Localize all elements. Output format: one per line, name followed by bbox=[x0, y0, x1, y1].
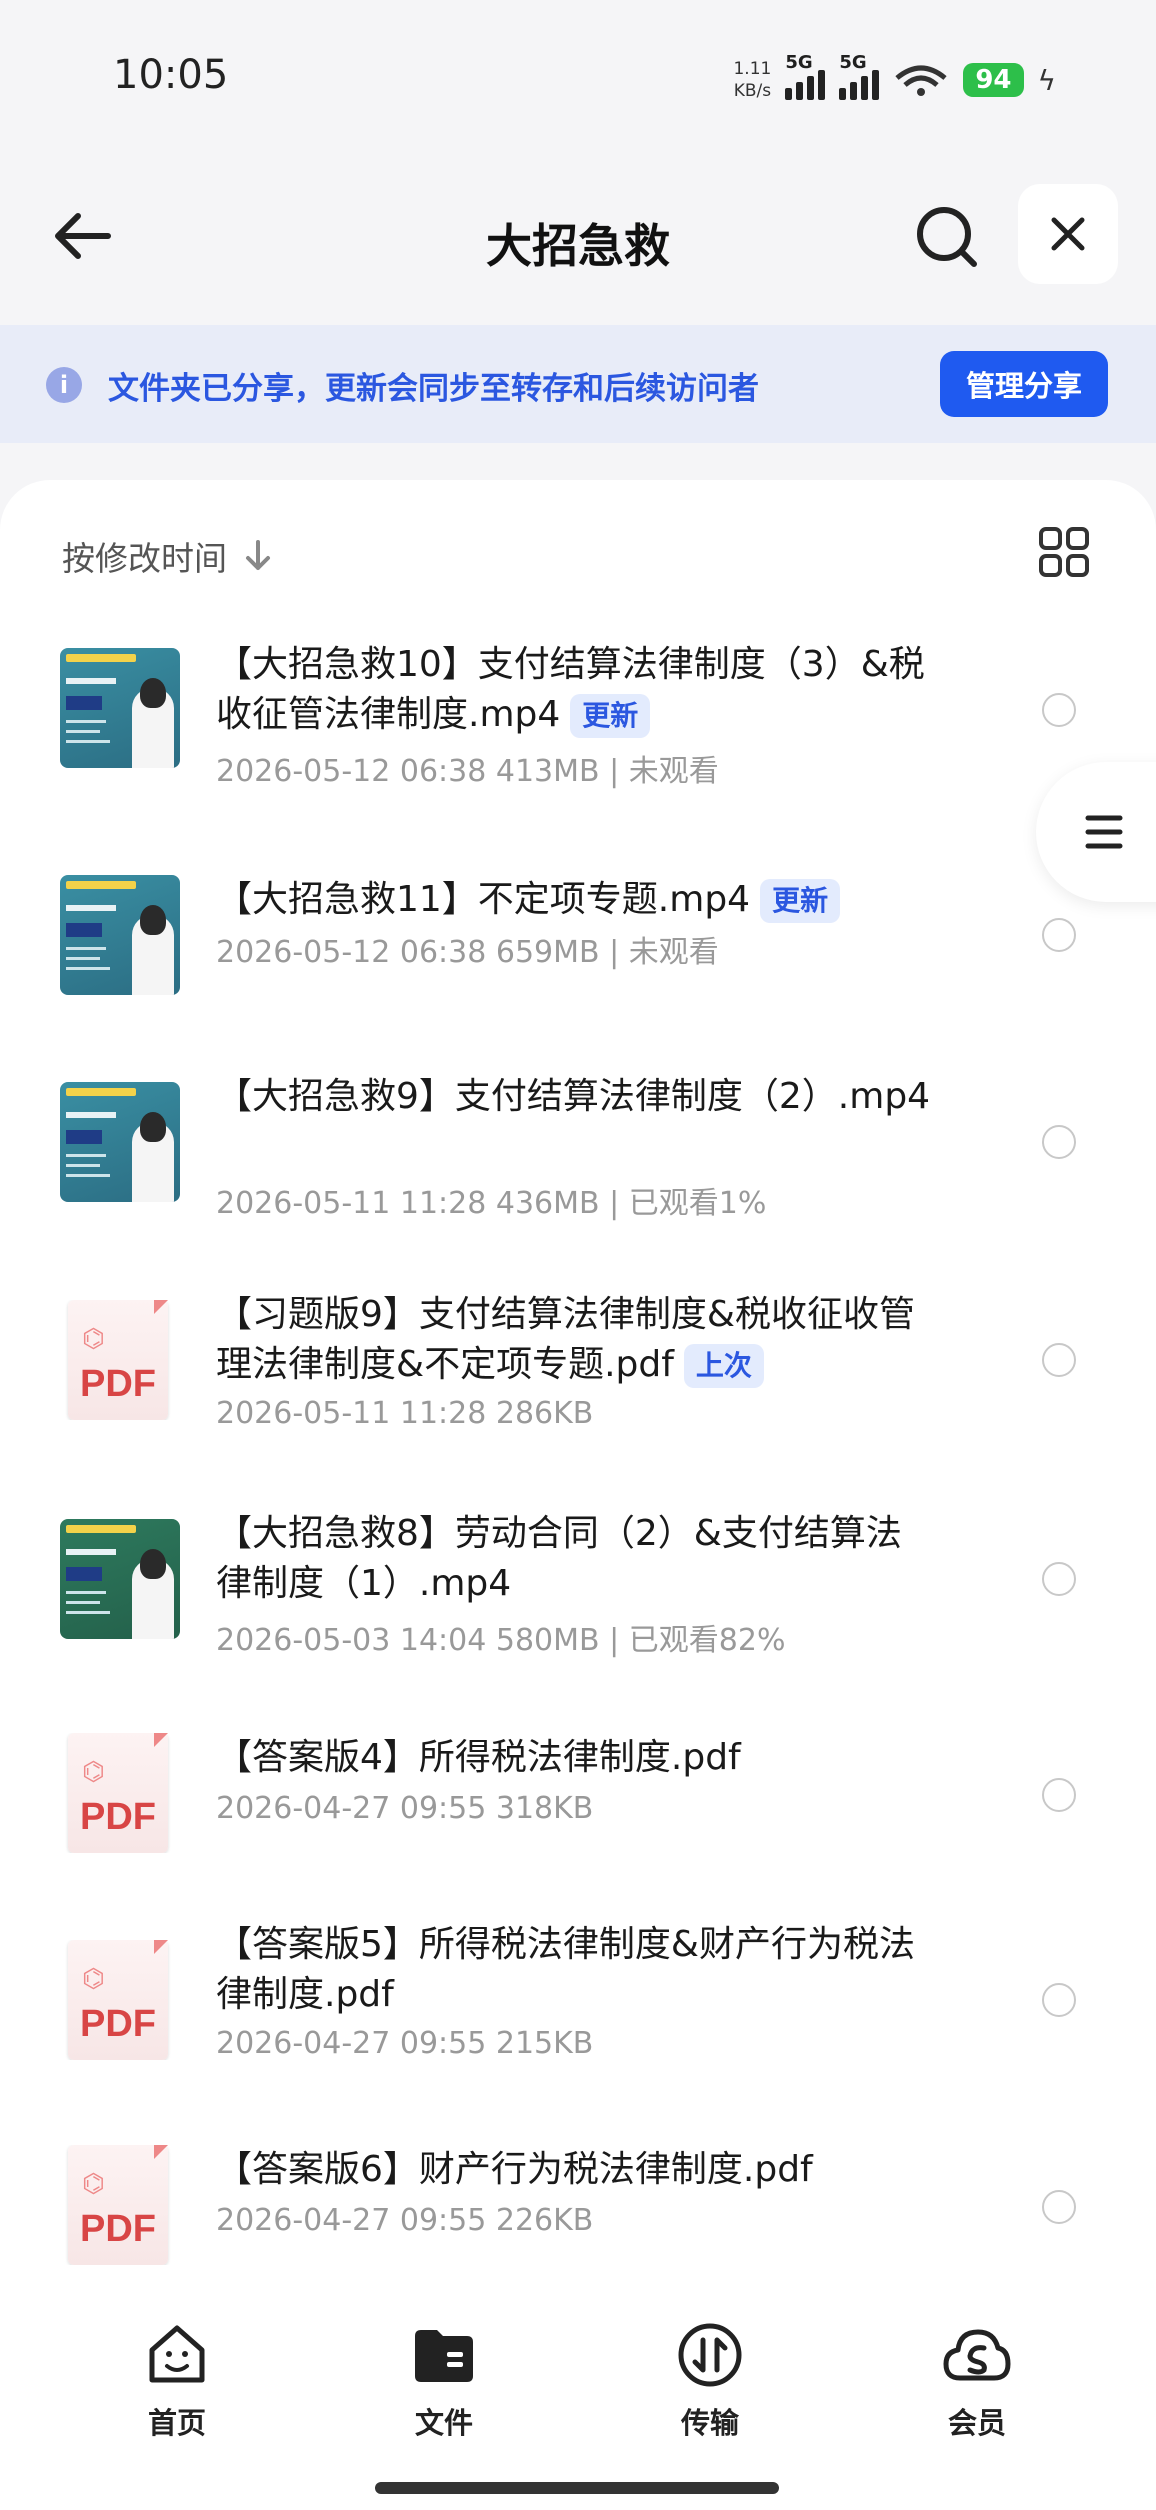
file-meta: 2026-05-11 11:28 286KB bbox=[216, 1396, 594, 1431]
sort-control[interactable]: 按修改时间 bbox=[62, 532, 273, 580]
nav-label-files: 文件 bbox=[414, 2406, 473, 2440]
nav-item-vip[interactable]: 会员 bbox=[877, 2320, 1077, 2442]
last-badge: 上次 bbox=[683, 1344, 764, 1388]
pdf-thumbnail: ⌬ PDF bbox=[60, 2145, 180, 2265]
select-radio[interactable] bbox=[1042, 2190, 1076, 2224]
search-button[interactable] bbox=[912, 202, 982, 272]
acrobat-icon: ⌬ bbox=[82, 1964, 105, 1994]
battery-level: 94 bbox=[963, 63, 1024, 97]
home-smile-icon bbox=[149, 2325, 205, 2383]
close-button[interactable] bbox=[1018, 184, 1118, 284]
menu-icon bbox=[1085, 815, 1123, 849]
wifi-icon bbox=[895, 65, 947, 96]
status-time: 10:05 bbox=[113, 52, 229, 98]
file-meta: 2026-05-03 14:04 580MB | 已观看82% bbox=[216, 1623, 786, 1658]
nav-label-home: 首页 bbox=[147, 2406, 206, 2440]
file-row[interactable]: 【大招急救11】不定项专题.mp4 更新 2026-05-12 06:38 659… bbox=[0, 875, 1156, 1075]
search-icon bbox=[917, 207, 977, 267]
file-name: 【习题版9】支付结算法律制度&税收征收管理法律制度&不定项专题.pdf 上次 bbox=[216, 1290, 936, 1390]
folder-icon bbox=[415, 2330, 473, 2382]
file-row[interactable]: 【大招急救8】劳动合同（2）&支付结算法律制度（1）.mp4 2026-05-0… bbox=[0, 1509, 1156, 1709]
select-radio[interactable] bbox=[1042, 1778, 1076, 1812]
update-badge: 更新 bbox=[760, 879, 841, 923]
file-name: 【答案版5】所得税法律制度&财产行为税法律制度.pdf bbox=[216, 1924, 915, 2015]
page-title: 大招急救 bbox=[486, 219, 670, 273]
video-thumbnail bbox=[60, 648, 180, 768]
nav-label-vip: 会员 bbox=[947, 2406, 1006, 2440]
home-indicator[interactable] bbox=[375, 2482, 779, 2494]
status-bar: 10:05 1.11 KB/s 5G 5G 94 ϟ bbox=[0, 0, 1156, 150]
file-name: 【大招急救10】支付结算法律制度（3）&税收征管法律制度.mp4 更新 bbox=[216, 640, 936, 740]
file-meta: 2026-04-27 09:55 226KB bbox=[216, 2203, 594, 2238]
acrobat-icon: ⌬ bbox=[82, 2169, 105, 2199]
file-row[interactable]: 【大招急救10】支付结算法律制度（3）&税收征管法律制度.mp4 更新 2026-… bbox=[0, 640, 1156, 840]
file-meta: 2026-05-11 11:28 436MB | 已观看1% bbox=[216, 1186, 767, 1221]
video-thumbnail bbox=[60, 1082, 180, 1202]
file-name: 【答案版4】所得税法律制度.pdf bbox=[216, 1737, 741, 1778]
file-row[interactable]: ⌬ PDF 【答案版4】所得税法律制度.pdf 2026-04-27 09:55 … bbox=[0, 1733, 1156, 1933]
file-meta: 2026-05-12 06:38 413MB | 未观看 bbox=[216, 754, 719, 789]
file-name: 【答案版6】财产行为税法律制度.pdf bbox=[216, 2149, 813, 2190]
file-name: 【大招急救11】不定项专题.mp4 更新 bbox=[216, 875, 936, 925]
sort-label: 按修改时间 bbox=[62, 539, 227, 578]
share-banner: i 文件夹已分享，更新会同步至转存和后续访问者 管理分享 bbox=[0, 325, 1156, 443]
acrobat-icon: ⌬ bbox=[82, 1757, 105, 1787]
nav-label-transfer: 传输 bbox=[680, 2406, 739, 2440]
signal-icon-2: 5G bbox=[839, 52, 880, 100]
grid-view-button[interactable] bbox=[1038, 526, 1090, 578]
arrow-down-icon bbox=[246, 540, 270, 570]
pdf-thumbnail: ⌬ PDF bbox=[60, 1940, 180, 2060]
file-row[interactable]: ⌬ PDF 【答案版5】所得税法律制度&财产行为税法律制度.pdf 2026-04… bbox=[0, 1920, 1156, 2120]
pdf-thumbnail: ⌬ PDF bbox=[60, 1300, 180, 1420]
file-row[interactable]: ⌬ PDF 【习题版9】支付结算法律制度&税收征收管理法律制度&不定项专题.pdf… bbox=[0, 1290, 1156, 1490]
select-radio[interactable] bbox=[1042, 1983, 1076, 2017]
transfer-icon bbox=[678, 2323, 742, 2387]
header: 大招急救 bbox=[0, 170, 1156, 300]
signal-icon-1: 5G bbox=[785, 52, 826, 100]
info-icon: i bbox=[46, 367, 82, 403]
select-radio[interactable] bbox=[1042, 693, 1076, 727]
signal-type-1: 5G bbox=[785, 52, 813, 73]
video-thumbnail bbox=[60, 875, 180, 995]
bottom-nav: 首页 文件 传输 会员 bbox=[0, 2280, 1156, 2510]
network-speed-unit: KB/s bbox=[733, 81, 772, 101]
file-row[interactable]: 【大招急救9】支付结算法律制度（2）.mp4 2026-05-11 11:28 … bbox=[0, 1072, 1156, 1272]
close-icon bbox=[1051, 217, 1085, 251]
select-radio[interactable] bbox=[1042, 1343, 1076, 1377]
video-thumbnail bbox=[60, 1519, 180, 1639]
nav-item-home[interactable]: 首页 bbox=[77, 2320, 277, 2442]
grid-view-icon bbox=[1039, 527, 1089, 577]
nav-item-files[interactable]: 文件 bbox=[344, 2320, 544, 2442]
file-meta: 2026-04-27 09:55 318KB bbox=[216, 1791, 594, 1826]
file-name: 【大招急救8】劳动合同（2）&支付结算法律制度（1）.mp4 bbox=[216, 1513, 902, 1604]
update-badge: 更新 bbox=[570, 694, 651, 738]
manage-share-button[interactable]: 管理分享 bbox=[940, 351, 1108, 417]
network-speed-value: 1.11 bbox=[733, 59, 772, 79]
share-banner-text: 文件夹已分享，更新会同步至转存和后续访问者 bbox=[108, 371, 759, 407]
acrobat-icon: ⌬ bbox=[82, 1324, 105, 1354]
file-meta: 2026-05-12 06:38 659MB | 未观看 bbox=[216, 935, 719, 970]
network-speed: 1.11 KB/s bbox=[733, 58, 771, 102]
select-radio[interactable] bbox=[1042, 1125, 1076, 1159]
file-list-panel: 按修改时间 【大招急救10】支付结算法律制度（3）&税收征管法律制度.mp4 更新… bbox=[0, 480, 1156, 2280]
file-name: 【大招急救9】支付结算法律制度（2）.mp4 bbox=[216, 1076, 931, 1117]
signal-type-2: 5G bbox=[839, 52, 867, 73]
pdf-thumbnail: ⌬ PDF bbox=[60, 1733, 180, 1853]
vip-cloud-icon bbox=[943, 2329, 1011, 2381]
select-radio[interactable] bbox=[1042, 1562, 1076, 1596]
status-icons: 1.11 KB/s 5G 5G 94 ϟ bbox=[733, 50, 1056, 110]
file-meta: 2026-04-27 09:55 215KB bbox=[216, 2026, 594, 2061]
nav-item-transfer[interactable]: 传输 bbox=[610, 2320, 810, 2442]
charging-icon: ϟ bbox=[1037, 63, 1056, 97]
select-radio[interactable] bbox=[1042, 918, 1076, 952]
